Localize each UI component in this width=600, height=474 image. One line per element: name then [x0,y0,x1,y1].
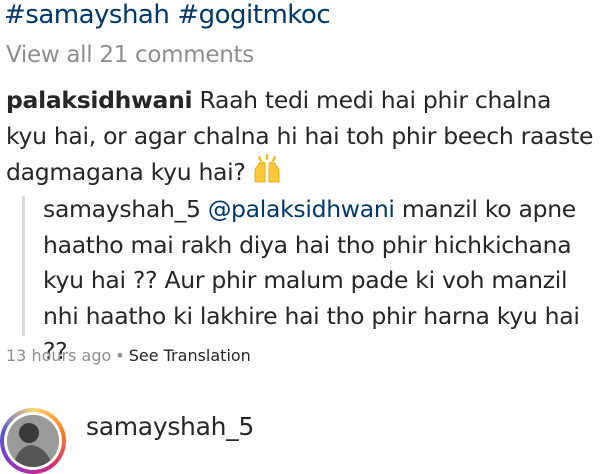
comment-reply: samayshah_5 @palaksidhwani manzil ko apn… [22,195,594,365]
hashtag-link[interactable]: #gogitmkoc [177,0,330,30]
avatar[interactable] [0,408,66,474]
reply-body: samayshah_5 @palaksidhwani manzil ko apn… [43,192,594,370]
view-all-comments-link[interactable]: View all 21 comments [6,42,254,68]
caption-hashtags: #samayshah #gogitmkoc [4,0,338,30]
mention-link[interactable]: @palaksidhwani [208,195,395,223]
avatar-photo [7,415,59,467]
comment-timestamp: 13 hours ago [6,346,112,365]
reply-username[interactable]: samayshah_5 [43,195,201,223]
post-username[interactable]: samayshah_5 [86,412,254,441]
comment: palaksidhwani Raah tedi medi hai phir ch… [6,82,596,190]
raising-hands-icon [252,154,282,184]
meta-separator: • [115,346,125,365]
hashtag-link[interactable]: #samayshah [4,0,170,30]
comment-username[interactable]: palaksidhwani [6,86,193,114]
see-translation-link[interactable]: See Translation [129,346,251,365]
post-header: samayshah_5 [0,400,600,474]
avatar-border [4,412,62,470]
comment-meta: 13 hours ago • See Translation [6,346,251,365]
